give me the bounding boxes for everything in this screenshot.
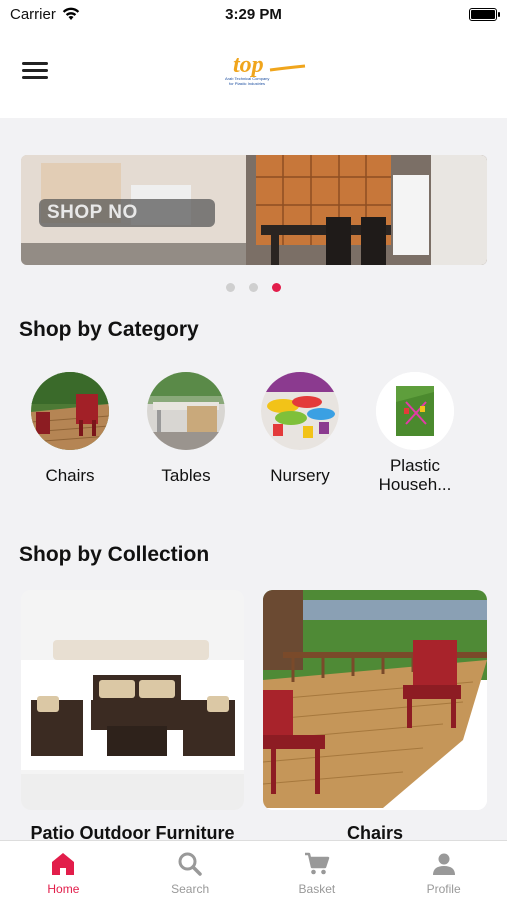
carousel-dots [0, 283, 507, 292]
category-image [261, 372, 339, 450]
logo-subtitle-2: for Plastic Industries [229, 81, 265, 86]
app-header: top Arab Technical Company for Plastic I… [0, 28, 507, 118]
carrier-label: Carrier [10, 5, 56, 23]
category-nursery[interactable]: Nursery [245, 372, 355, 485]
collection-image [263, 590, 487, 810]
carousel-dot-active[interactable] [272, 283, 281, 292]
menu-icon-bar [22, 62, 48, 65]
category-label: Plastic Househ... [378, 456, 452, 494]
tab-search[interactable]: Search [127, 841, 254, 900]
category-image [147, 372, 225, 450]
category-label: Chairs [45, 466, 95, 485]
wifi-icon [62, 7, 80, 20]
tab-label: Search [171, 881, 210, 896]
category-label: Nursery [270, 466, 330, 485]
banner-label: SHOP NO [39, 199, 215, 227]
tab-label: Home [47, 881, 80, 896]
collection-chairs[interactable] [263, 590, 487, 810]
category-section-title: Shop by Category [19, 318, 199, 341]
battery-fill [471, 9, 495, 19]
carousel-dot[interactable] [249, 283, 258, 292]
menu-icon-bar [22, 76, 48, 79]
menu-icon-bar [22, 69, 48, 72]
category-plastic-household[interactable]: Plastic Househ... [360, 372, 470, 494]
profile-icon [432, 853, 455, 875]
category-tables[interactable]: Tables [131, 372, 241, 485]
collection-image [21, 590, 244, 810]
tab-profile[interactable]: Profile [380, 841, 507, 900]
category-list: Chairs Tables Nursery Plastic Househ... [0, 372, 507, 502]
tab-label: Profile [426, 881, 461, 896]
category-label: Tables [161, 466, 211, 485]
carousel-dot[interactable] [226, 283, 235, 292]
collection-patio-outdoor-furniture[interactable] [21, 590, 244, 810]
tab-label: Basket [298, 881, 336, 896]
tab-basket[interactable]: Basket [254, 841, 381, 900]
collection-section-title: Shop by Collection [19, 543, 210, 566]
promo-banner[interactable]: SHOP NO [21, 155, 487, 265]
status-left: Carrier [10, 6, 80, 23]
home-icon [52, 852, 75, 875]
brand-logo[interactable]: top Arab Technical Company for Plastic I… [215, 50, 310, 90]
cart-icon [304, 852, 330, 874]
category-image [31, 372, 109, 450]
bottom-tab-bar: Home Search Basket Profile [0, 840, 507, 900]
search-icon [178, 852, 202, 876]
status-bar: Carrier 3:29 PM [0, 0, 507, 28]
category-chairs[interactable]: Chairs [15, 372, 125, 485]
category-image [376, 372, 454, 450]
battery-icon [469, 7, 500, 21]
logo-wordmark: top [233, 52, 264, 78]
menu-button[interactable] [22, 62, 48, 82]
tab-home[interactable]: Home [0, 841, 127, 900]
